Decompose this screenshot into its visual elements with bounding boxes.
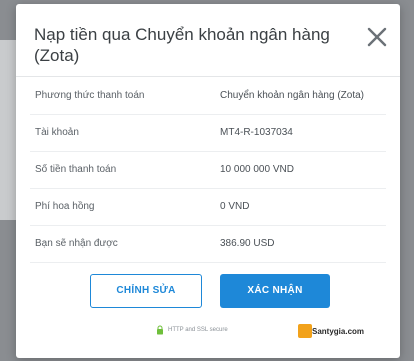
detail-value: MT4-R-1037034 bbox=[220, 127, 293, 138]
detail-value: 0 VND bbox=[220, 201, 250, 212]
edit-button[interactable]: CHỈNH SỬA bbox=[90, 274, 202, 308]
detail-label: Phí hoa hồng bbox=[35, 201, 95, 212]
detail-value: 10 000 000 VND bbox=[220, 164, 294, 175]
detail-label: Tài khoản bbox=[35, 127, 79, 138]
detail-row-payment-method: Phương thức thanh toán Chuyển khoản ngân… bbox=[30, 78, 386, 115]
detail-row-receive: Bạn sẽ nhận được 386.90 USD bbox=[30, 226, 386, 263]
payment-details: Phương thức thanh toán Chuyển khoản ngân… bbox=[30, 78, 386, 263]
detail-value: 386.90 USD bbox=[220, 238, 275, 249]
lock-icon bbox=[157, 325, 163, 335]
confirm-button[interactable]: XÁC NHẬN bbox=[220, 274, 330, 308]
close-icon bbox=[367, 27, 387, 47]
detail-label: Phương thức thanh toán bbox=[35, 90, 145, 101]
detail-row-account: Tài khoản MT4-R-1037034 bbox=[30, 115, 386, 152]
modal-title: Nạp tiền qua Chuyển khoản ngân hàng (Zot… bbox=[34, 25, 330, 65]
secure-note: HTTP and SSL secure bbox=[168, 327, 228, 333]
payment-confirmation-modal: Nạp tiền qua Chuyển khoản ngân hàng (Zot… bbox=[16, 4, 400, 358]
close-button[interactable] bbox=[366, 26, 388, 48]
detail-row-amount: Số tiền thanh toán 10 000 000 VND bbox=[30, 152, 386, 189]
modal-header: Nạp tiền qua Chuyển khoản ngân hàng (Zot… bbox=[16, 4, 400, 77]
watermark-text: Santygia.com bbox=[312, 327, 365, 336]
detail-row-commission: Phí hoa hồng 0 VND bbox=[30, 189, 386, 226]
detail-value: Chuyển khoản ngân hàng (Zota) bbox=[220, 90, 364, 101]
watermark-logo bbox=[298, 324, 312, 338]
detail-label: Số tiền thanh toán bbox=[35, 164, 117, 175]
detail-label: Bạn sẽ nhận được bbox=[35, 238, 118, 249]
